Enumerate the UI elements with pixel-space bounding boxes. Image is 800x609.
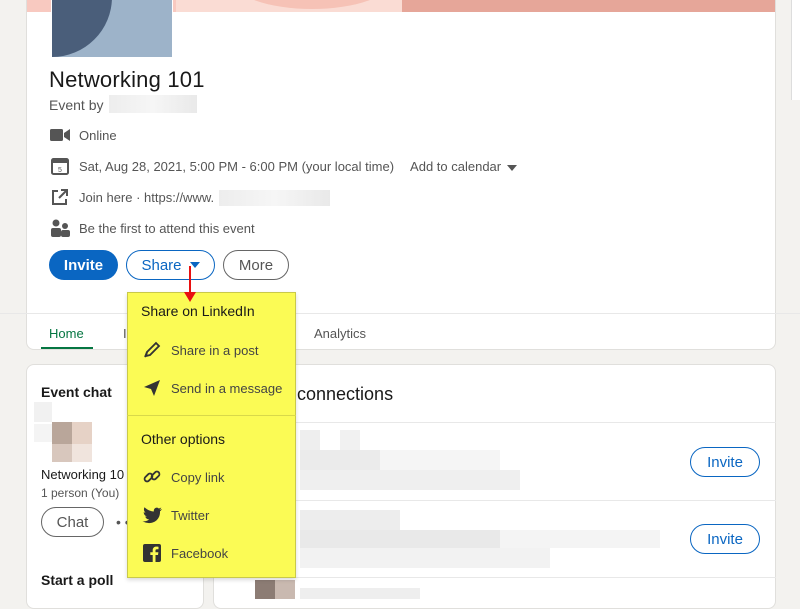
more-button[interactable]: More [223,250,289,280]
share-menu-divider [127,415,296,416]
invite-connection-button[interactable]: Invite [690,524,760,554]
connection-pixel [275,580,295,599]
chat-members: 1 person (You) [41,486,120,500]
annotation-arrow-head [184,292,196,302]
connection-pixel [300,470,520,490]
event-link-row: Join here · https://www. [49,187,214,207]
copy-link-label: Copy link [171,469,225,485]
other-options-header: Other options [141,431,226,447]
logo-shape [52,0,112,57]
tab-analytics[interactable]: Analytics [314,326,366,341]
scrollbar[interactable] [791,0,800,100]
connection-pixel [300,430,320,450]
start-poll-header[interactable]: Start a poll [41,572,113,588]
connection-pixel [255,580,275,599]
event-format: Online [79,127,117,143]
copy-link-item[interactable]: Copy link [141,467,224,487]
connection-pixel [300,588,420,599]
caret-down-icon[interactable] [507,159,518,174]
svg-text:5: 5 [58,167,62,174]
calendar-icon: 5 [49,156,71,176]
chat-avatar-pixel [72,444,92,462]
tabs-divider [0,313,800,314]
chat-avatar-pixel [72,422,92,444]
connection-pixel [500,530,660,548]
event-attendees-row: Be the first to attend this event [49,218,255,238]
invite-button[interactable]: Invite [49,250,118,280]
event-datetime: Sat, Aug 28, 2021, 5:00 PM - 6:00 PM (yo… [79,158,395,174]
event-organizer-prefix: Event by [49,97,104,113]
event-banner-right [402,0,775,12]
connection-pixel [300,530,500,548]
join-url-redacted[interactable] [219,190,330,206]
connection-pixel [340,430,360,450]
twitter-label: Twitter [171,507,210,523]
connection-pixel [380,450,500,470]
connections-divider [213,500,776,501]
share-in-post-item[interactable]: Share in a post [141,340,258,360]
send-in-message-item[interactable]: Send in a message [141,378,282,398]
share-in-post-label: Share in a post [171,342,259,358]
caret-down-icon [189,262,200,268]
send-icon [141,378,163,398]
chat-avatar-pixel [52,444,72,462]
twitter-icon [141,505,163,525]
share-button-label: Share [141,256,182,274]
video-camera-icon [49,125,71,145]
external-link-icon [49,187,71,207]
share-on-linkedin-header: Share on LinkedIn [141,303,255,319]
share-button[interactable]: Share [126,250,215,280]
invite-connection-button[interactable]: Invite [690,447,760,477]
facebook-item[interactable]: Facebook [141,543,228,563]
chat-avatar-pixel [34,402,52,422]
connection-pixel [300,510,400,530]
connections-divider [213,577,776,578]
chat-group-name[interactable]: Networking 10 [41,467,124,482]
connection-pixel [300,548,550,568]
connections-divider [213,422,776,423]
facebook-icon [141,543,163,563]
event-datetime-row: 5 Sat, Aug 28, 2021, 5:00 PM - 6:00 PM (… [49,156,518,176]
twitter-item[interactable]: Twitter [141,505,209,525]
connections-title: connections [297,384,394,404]
event-title: Networking 101 [49,67,205,92]
attendees-text: Be the first to attend this event [79,220,255,236]
add-to-calendar-link[interactable]: Add to calendar [410,159,501,174]
tab-home-underline [41,347,93,349]
organizer-logo [51,0,173,58]
organizer-name-redacted[interactable] [109,95,197,113]
event-format-row: Online [49,125,117,145]
chat-avatar-pixel [52,422,72,444]
facebook-label: Facebook [171,545,229,561]
pencil-icon [141,340,163,360]
link-icon [141,467,163,487]
send-in-message-label: Send in a message [171,380,283,396]
people-icon [49,218,71,238]
chat-button[interactable]: Chat [41,507,104,537]
chat-avatar-pixel [34,424,52,442]
event-chat-header: Event chat [41,384,112,400]
join-link[interactable]: Join here · https://www. [79,190,214,205]
tab-home[interactable]: Home [49,326,84,341]
connection-pixel [300,450,380,470]
